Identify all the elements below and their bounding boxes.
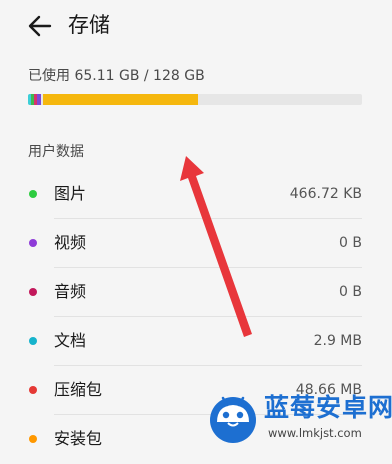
- usage-segment-d: [37, 94, 41, 105]
- page-title: 存储: [68, 13, 110, 37]
- item-label: 文档: [54, 331, 87, 350]
- status-dot: [29, 386, 37, 394]
- watermark: 蓝莓安卓网 www.lmkjst.com: [204, 390, 392, 448]
- back-button[interactable]: [26, 12, 54, 40]
- item-size: 466.72 KB: [289, 186, 362, 202]
- usage-segment-main: [43, 94, 198, 105]
- watermark-name: 蓝莓安卓网: [264, 393, 392, 422]
- section-title-user-data: 用户数据: [28, 144, 84, 160]
- item-label: 安装包: [54, 429, 103, 448]
- list-item-audio[interactable]: 音频 0 B: [0, 268, 392, 317]
- storage-usage-bar: [28, 94, 362, 105]
- item-label: 图片: [54, 184, 87, 203]
- status-dot: [29, 239, 37, 247]
- status-dot: [29, 288, 37, 296]
- list-item-images[interactable]: 图片 466.72 KB: [0, 170, 392, 219]
- item-size: 0 B: [339, 284, 362, 300]
- status-dot: [29, 435, 37, 443]
- list-item-videos[interactable]: 视频 0 B: [0, 219, 392, 268]
- watermark-url: www.lmkjst.com: [268, 426, 362, 440]
- item-label: 视频: [54, 233, 87, 252]
- storage-usage-text: 已使用 65.11 GB / 128 GB: [28, 68, 205, 84]
- status-dot: [29, 190, 37, 198]
- item-size: 2.9 MB: [313, 333, 362, 349]
- item-size: 0 B: [339, 235, 362, 251]
- list-item-documents[interactable]: 文档 2.9 MB: [0, 317, 392, 366]
- app-header: 存储: [0, 0, 392, 52]
- robot-logo-icon: [210, 396, 256, 443]
- item-label: 音频: [54, 282, 87, 301]
- status-dot: [29, 337, 37, 345]
- item-label: 压缩包: [54, 380, 103, 399]
- arrow-left-icon: [28, 15, 52, 37]
